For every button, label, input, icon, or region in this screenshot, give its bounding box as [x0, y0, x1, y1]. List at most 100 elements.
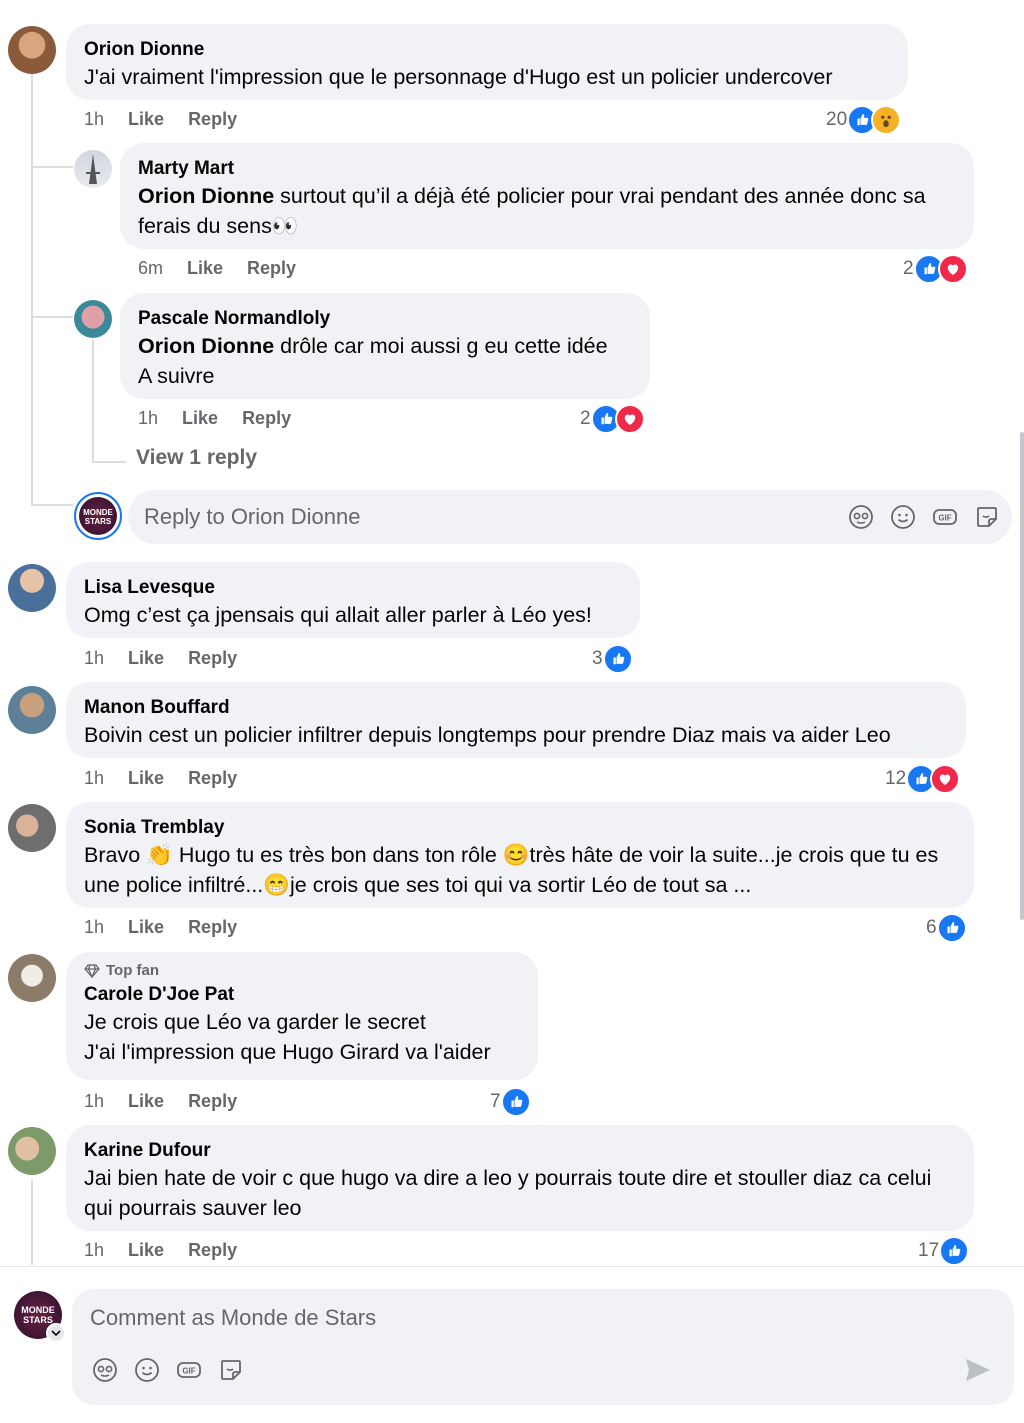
sticker-icon[interactable] — [974, 504, 1000, 530]
reactions[interactable]: 6 — [926, 913, 967, 943]
logo-text: MONDE — [21, 1305, 55, 1315]
scrollbar[interactable] — [1020, 432, 1024, 920]
comment-text: Omg c’est ça jpensais qui allait aller p… — [84, 603, 592, 627]
view-replies-link[interactable]: View 1 reply — [136, 446, 257, 470]
reactions-count: 20 — [826, 109, 848, 130]
comment-input[interactable]: Comment as Monde de Stars — [72, 1289, 1014, 1405]
reactions-count: 17 — [918, 1240, 940, 1261]
thread-line — [31, 1180, 33, 1265]
reactions[interactable]: 7 — [490, 1087, 531, 1117]
reply-author[interactable]: Marty Mart — [138, 157, 956, 181]
comment-bubble: Karine Dufour Jai bien hate de voir c qu… — [66, 1125, 974, 1231]
avatar-sticker-icon[interactable] — [848, 504, 874, 530]
avatar[interactable] — [74, 300, 112, 338]
comment-author[interactable]: Sonia Tremblay — [84, 816, 956, 840]
reply-button[interactable]: Reply — [242, 408, 291, 429]
comment-bubble: Orion Dionne J'ai vraiment l'impression … — [66, 24, 908, 100]
like-button[interactable]: Like — [128, 1091, 164, 1112]
reactions-count: 2 — [580, 408, 591, 429]
reply-button[interactable]: Reply — [247, 258, 296, 279]
comment-text: Jai bien hate de voir c que hugo va dire… — [84, 1166, 932, 1220]
comment-actions: 1h Like Reply — [84, 1091, 237, 1112]
reply-button[interactable]: Reply — [188, 768, 237, 789]
comment-time[interactable]: 1h — [138, 408, 158, 429]
wow-reaction-icon — [871, 105, 902, 135]
page-avatar[interactable]: MONDE STARS — [14, 1291, 66, 1343]
comment-time[interactable]: 1h — [84, 648, 104, 669]
avatar[interactable] — [8, 686, 56, 734]
avatar[interactable] — [8, 804, 56, 852]
comment-time[interactable]: 1h — [84, 917, 104, 938]
page-logo: MONDE STARS — [79, 497, 117, 535]
like-reaction-icon — [939, 1236, 970, 1265]
reactions[interactable]: 2 — [903, 254, 968, 284]
reactions[interactable]: 3 — [592, 644, 633, 674]
reactions[interactable]: 17 — [918, 1236, 970, 1265]
sticker-icon[interactable] — [218, 1357, 244, 1383]
reply-button[interactable]: Reply — [188, 109, 237, 130]
like-button[interactable]: Like — [187, 258, 223, 279]
like-button[interactable]: Like — [182, 408, 218, 429]
mention-link[interactable]: Orion Dionne — [138, 184, 274, 208]
comment-bubble: Manon Bouffard Boivin cest un policier i… — [66, 682, 966, 758]
like-button[interactable]: Like — [128, 917, 164, 938]
like-button[interactable]: Like — [128, 648, 164, 669]
like-button[interactable]: Like — [128, 768, 164, 789]
comment-actions: 6m Like Reply — [138, 258, 296, 279]
comment-author[interactable]: Karine Dufour — [84, 1139, 956, 1163]
thread-branch — [92, 461, 126, 463]
love-reaction-icon — [930, 764, 961, 794]
comment-actions: 1h Like Reply — [84, 1240, 237, 1261]
page-avatar[interactable]: MONDE STARS — [74, 492, 122, 540]
comment-text: J'ai vraiment l'impression que le person… — [84, 65, 833, 89]
gif-icon[interactable] — [176, 1357, 202, 1383]
diamond-icon — [84, 963, 100, 978]
reply-input[interactable]: Reply to Orion Dionne — [128, 490, 1012, 544]
avatar[interactable] — [8, 1127, 56, 1175]
avatar[interactable] — [8, 954, 56, 1002]
comment-actions: 1h Like Reply — [138, 408, 291, 429]
comment-actions: 1h Like Reply — [84, 109, 237, 130]
reply-placeholder: Reply to Orion Dionne — [144, 504, 361, 529]
comment-time[interactable]: 1h — [84, 1240, 104, 1261]
comment-composer-bar: MONDE STARS Comment as Monde de Stars — [0, 1266, 1024, 1423]
avatar-sticker-icon[interactable] — [92, 1357, 118, 1383]
send-icon[interactable] — [964, 1357, 992, 1383]
comment-bubble: Sonia Tremblay Bravo 👏 Hugo tu es très b… — [66, 802, 974, 908]
like-button[interactable]: Like — [128, 1240, 164, 1261]
reply-text: Orion Dionne surtout qu’il a déjà été po… — [138, 181, 956, 241]
reply-button[interactable]: Reply — [188, 917, 237, 938]
reactions[interactable]: 12 — [885, 764, 961, 794]
avatar[interactable] — [8, 26, 56, 74]
comment-time[interactable]: 6m — [138, 258, 163, 279]
reply-button[interactable]: Reply — [188, 648, 237, 669]
reactions[interactable]: 2 — [580, 404, 645, 434]
avatar[interactable] — [74, 150, 112, 188]
comment-time[interactable]: 1h — [84, 768, 104, 789]
reply-button[interactable]: Reply — [188, 1091, 237, 1112]
reactions-count: 6 — [926, 917, 937, 938]
love-reaction-icon — [614, 404, 645, 434]
thread-branch — [31, 504, 73, 506]
emoji-icon[interactable] — [134, 1357, 160, 1383]
top-fan-badge: Top fan — [84, 962, 520, 979]
comment-author[interactable]: Orion Dionne — [84, 38, 890, 62]
comment-author[interactable]: Manon Bouffard — [84, 696, 948, 720]
mention-link[interactable]: Orion Dionne — [138, 334, 274, 358]
comment-author[interactable]: Carole D'Joe Pat — [84, 983, 520, 1007]
gif-icon[interactable] — [932, 504, 958, 530]
logo-text: MONDE — [83, 508, 113, 517]
reply-author[interactable]: Pascale Normandloly — [138, 307, 632, 331]
comment-placeholder: Comment as Monde de Stars — [90, 1305, 377, 1330]
comment-author[interactable]: Lisa Levesque — [84, 576, 622, 600]
comment-time[interactable]: 1h — [84, 1091, 104, 1112]
comment-bubble: Top fan Carole D'Joe Pat Je crois que Lé… — [66, 952, 538, 1080]
comment-actions: 1h Like Reply — [84, 917, 237, 938]
emoji-icon[interactable] — [890, 504, 916, 530]
reactions[interactable]: 20 — [826, 105, 902, 135]
like-button[interactable]: Like — [128, 109, 164, 130]
chevron-down-icon[interactable] — [46, 1323, 66, 1343]
comment-time[interactable]: 1h — [84, 109, 104, 130]
reply-button[interactable]: Reply — [188, 1240, 237, 1261]
avatar[interactable] — [8, 564, 56, 612]
